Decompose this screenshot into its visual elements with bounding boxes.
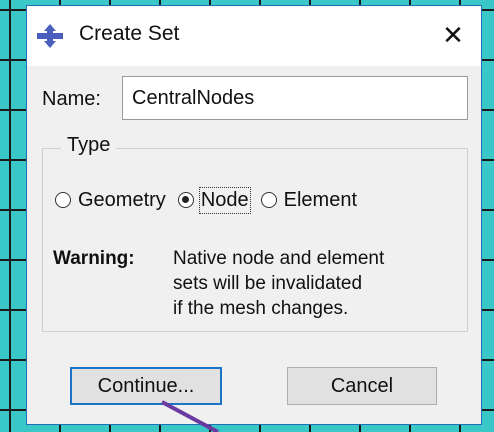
close-icon[interactable]: ✕ [431,14,475,56]
warning-line: if the mesh changes. [173,298,349,319]
warning-heading: Warning: [53,248,135,269]
arrows-cross-icon [37,24,63,48]
radio-geometry-label[interactable]: Geometry [78,189,166,212]
radio-element[interactable]: Element [260,186,357,214]
warning-line: sets will be invalidated [173,273,363,294]
cancel-button[interactable]: Cancel [287,367,437,405]
radio-node[interactable]: Node [177,186,251,214]
annotation-arrow [161,400,219,432]
radio-node-label[interactable]: Node [198,186,251,214]
create-set-dialog: Create Set ✕ Name: CentralNodes Type Geo… [26,5,482,425]
radio-geometry-circle[interactable] [55,192,71,208]
radio-geometry[interactable]: Geometry [55,186,166,214]
type-radio-row: Geometry Node Element [55,186,369,214]
name-input[interactable]: CentralNodes [122,76,468,120]
radio-element-circle[interactable] [260,192,277,208]
radio-element-label[interactable]: Element [284,189,357,212]
radio-node-circle[interactable] [177,192,194,208]
type-legend: Type [61,134,117,157]
warning-line: Native node and element [173,248,385,269]
dialog-title: Create Set [79,22,180,45]
name-label: Name: [42,88,101,110]
title-bar[interactable]: Create Set ✕ [27,6,481,66]
